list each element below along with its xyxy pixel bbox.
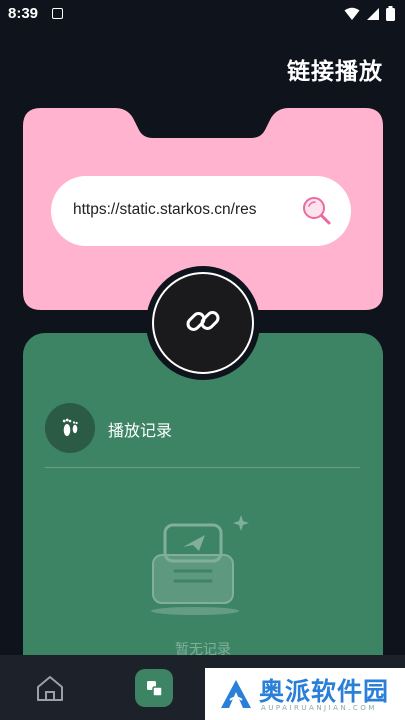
signal-icon [366, 6, 380, 25]
home-icon[interactable] [34, 672, 66, 704]
history-card: 播放记录 暂无记录 [23, 333, 383, 693]
page-title: 链接播放 [287, 59, 383, 85]
link-icon [183, 301, 223, 345]
watermark-domain: AUPAIRUANJIAN.COM [261, 704, 377, 712]
watermark-logo [219, 678, 253, 710]
url-input-value[interactable]: https://static.starkos.cn/res [73, 201, 269, 219]
link-play-button-inner[interactable] [152, 272, 254, 374]
status-icons [344, 6, 395, 25]
notification-icon [52, 8, 63, 19]
wifi-icon [344, 6, 360, 25]
apps-icon[interactable] [135, 669, 173, 707]
empty-box-icon [147, 513, 257, 623]
status-time: 8:39 [8, 5, 39, 22]
watermark: 奥派软件园 AUPAIRUANJIAN.COM [205, 668, 405, 720]
watermark-name: 奥派软件园 [259, 677, 390, 706]
history-title: 播放记录 [108, 421, 173, 440]
status-bar: 8:39 [0, 0, 405, 28]
search-icon[interactable] [299, 193, 335, 229]
divider [45, 467, 360, 468]
footprint-icon [45, 403, 95, 453]
link-play-button[interactable] [146, 266, 260, 380]
battery-icon [386, 6, 395, 25]
url-input-field[interactable]: https://static.starkos.cn/res [51, 176, 351, 246]
